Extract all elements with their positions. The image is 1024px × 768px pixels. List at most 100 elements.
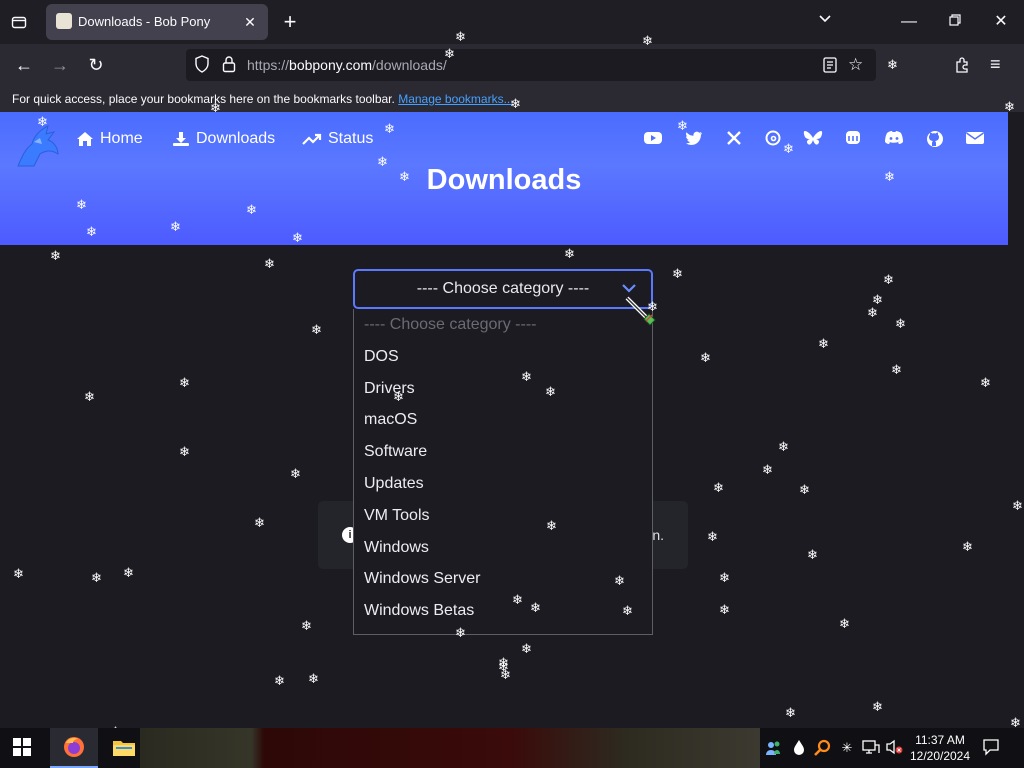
snowflake-icon: ❄ — [274, 673, 285, 688]
tab-close-icon[interactable]: ✕ — [240, 12, 260, 32]
github-icon[interactable] — [925, 130, 945, 150]
category-select[interactable]: ---- Choose category ---- — [353, 269, 653, 309]
taskbar-firefox[interactable] — [50, 728, 98, 768]
snowflake-icon: ❄ — [292, 230, 303, 245]
dropdown-option-dos[interactable]: DOS — [354, 341, 652, 373]
taskbar-clock[interactable]: 11:37 AM 12/20/2024 — [906, 732, 974, 764]
tab-list-icon — [11, 16, 27, 29]
snowflake-icon: ❄ — [399, 169, 410, 184]
youtube-icon[interactable] — [643, 130, 663, 150]
dropdown-option-windows[interactable]: Windows — [354, 532, 652, 564]
nav-downloads[interactable]: Downloads — [172, 130, 275, 148]
snowflake-icon: ❄ — [301, 618, 312, 633]
snowflake-icon: ❄ — [179, 375, 190, 390]
home-icon — [77, 132, 93, 146]
mail-icon[interactable] — [965, 130, 985, 150]
url-bar[interactable]: https://bobpony.com/downloads/ ☆ — [186, 49, 876, 81]
snowflake-icon: ❄ — [647, 299, 658, 314]
x-icon[interactable] — [724, 130, 744, 150]
maximize-button[interactable] — [943, 10, 967, 34]
url-text: https://bobpony.com/downloads/ — [247, 57, 447, 73]
page-scrollbar[interactable] — [1008, 112, 1024, 728]
url-prefix: https:// — [247, 57, 290, 73]
snowflake-icon: ❄ — [872, 699, 883, 714]
discord-icon[interactable] — [884, 130, 904, 150]
snowflake-icon: ❄ — [179, 444, 190, 459]
snowflake-icon: ❄ — [778, 439, 789, 454]
dropdown-option-macos[interactable]: macOS — [354, 404, 652, 436]
droplet-tray-icon[interactable] — [790, 739, 808, 757]
minimize-button[interactable]: — — [897, 10, 921, 34]
lock-icon[interactable] — [222, 55, 240, 75]
trend-icon — [302, 133, 322, 145]
twitter-icon[interactable] — [684, 130, 704, 150]
category-dropdown-list: ---- Choose category ---- DOS Drivers ma… — [353, 309, 653, 635]
snowflake-icon: ❄ — [719, 570, 730, 585]
taskbar-file-explorer[interactable] — [100, 728, 148, 768]
tab-list-button[interactable] — [8, 11, 30, 33]
snowflake-icon: ❄ — [512, 592, 523, 607]
snowflake-icon: ❄ — [455, 625, 466, 640]
snowflake-icon: ❄ — [84, 389, 95, 404]
volume-muted-icon[interactable] — [885, 739, 903, 757]
close-window-button[interactable]: ✕ — [989, 10, 1013, 34]
snowflake-icon: ❄ — [719, 602, 730, 617]
back-arrow-icon[interactable]: ← — [12, 53, 36, 77]
snowflake-tray-icon[interactable]: ✳ — [838, 739, 856, 757]
snowflake-icon: ❄ — [895, 316, 906, 331]
search-tray-icon[interactable] — [814, 739, 832, 757]
dropdown-option-vm-tools[interactable]: VM Tools — [354, 500, 652, 532]
snowflake-icon: ❄ — [962, 539, 973, 554]
dropdown-option-windows-server[interactable]: Windows Server — [354, 563, 652, 595]
snowflake-icon: ❄ — [530, 600, 541, 615]
snowflake-icon: ❄ — [642, 33, 653, 48]
snowflake-icon: ❄ — [311, 322, 322, 337]
bluesky-icon[interactable] — [803, 130, 823, 150]
threads-icon[interactable] — [763, 130, 783, 150]
windows-start-icon[interactable] — [12, 738, 32, 758]
snowflake-icon: ❄ — [564, 246, 575, 261]
dropdown-option-placeholder[interactable]: ---- Choose category ---- — [354, 309, 652, 341]
list-all-tabs-chevron-icon[interactable] — [813, 10, 837, 34]
snowflake-icon: ❄ — [290, 466, 301, 481]
snowflake-icon: ❄ — [1004, 99, 1015, 114]
snowflake-icon: ❄ — [91, 570, 102, 585]
shield-icon[interactable] — [194, 55, 214, 75]
desktop-wallpaper-strip — [140, 728, 760, 768]
extensions-icon[interactable] — [954, 56, 972, 79]
page-title: Downloads — [426, 164, 582, 196]
nav-status-label: Status — [328, 130, 374, 147]
people-tray-icon[interactable] — [765, 739, 783, 757]
menu-hamburger-icon[interactable]: ≡ — [990, 54, 1001, 75]
snowflake-icon: ❄ — [37, 114, 48, 129]
nav-status[interactable]: Status — [302, 130, 373, 148]
network-tray-icon[interactable] — [862, 739, 880, 757]
snowflake-icon: ❄ — [546, 518, 557, 533]
snowflake-icon: ❄ — [545, 384, 556, 399]
url-host: bobpony.com — [289, 57, 373, 73]
snowflake-icon: ❄ — [762, 462, 773, 477]
manage-bookmarks-link[interactable]: Manage bookmarks... — [398, 92, 513, 106]
new-tab-button[interactable]: + — [278, 11, 302, 35]
windows-taskbar: ✳ 11:37 AM 12/20/2024 — [0, 728, 1024, 768]
reload-icon[interactable]: ↻ — [84, 53, 108, 77]
dropdown-option-updates[interactable]: Updates — [354, 468, 652, 500]
snowflake-icon: ❄ — [123, 565, 134, 580]
snowflake-icon: ❄ — [377, 154, 388, 169]
notifications-icon[interactable] — [982, 738, 1000, 756]
bookmark-star-icon[interactable]: ☆ — [848, 55, 863, 75]
reader-view-icon[interactable] — [822, 56, 838, 79]
snowflake-icon: ❄ — [510, 96, 521, 111]
snowflake-icon: ❄ — [700, 350, 711, 365]
nav-home[interactable]: Home — [76, 130, 143, 148]
snowflake-icon: ❄ — [521, 641, 532, 656]
snowflake-icon: ❄ — [785, 705, 796, 720]
dropdown-option-windows-betas[interactable]: Windows Betas — [354, 595, 652, 627]
mastodon-icon[interactable] — [843, 130, 863, 150]
tab-title: Downloads - Bob Pony — [78, 14, 211, 29]
snowflake-icon: ❄ — [76, 197, 87, 212]
browser-tab[interactable]: Downloads - Bob Pony ✕ — [46, 4, 268, 40]
forward-arrow-icon[interactable]: → — [48, 53, 72, 77]
nav-home-label: Home — [100, 130, 143, 147]
dropdown-option-software[interactable]: Software — [354, 436, 652, 468]
